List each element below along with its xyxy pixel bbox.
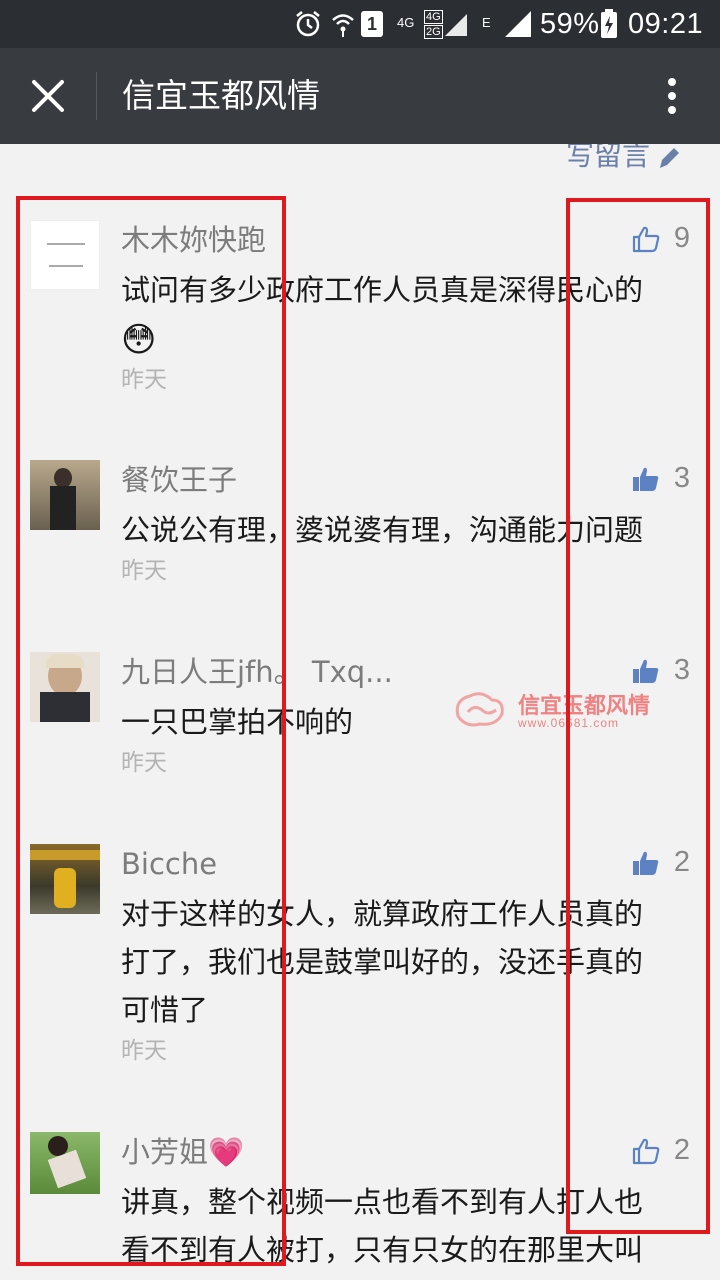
more-vertical-icon (668, 78, 676, 114)
wifi-icon (330, 6, 356, 42)
battery-charging-icon (600, 6, 618, 42)
alarm-icon (295, 6, 321, 42)
annotation-box-right (566, 198, 710, 1234)
more-button[interactable] (650, 70, 694, 122)
battery-percentage: 59% (540, 7, 600, 40)
network-e-label: E (482, 14, 491, 30)
clock: 09:21 (628, 7, 704, 40)
sim-badge: 1 (361, 6, 383, 42)
network-4g-label: 4G (397, 14, 415, 30)
annotation-box-left (16, 196, 286, 1266)
page-title: 信宜玉都风情 (122, 76, 320, 115)
title-divider (96, 72, 97, 120)
status-bar: 1 4G 4G 2G E 59% 09:21 (0, 0, 720, 48)
signal-4g-2g-icon: 4G 2G (424, 6, 467, 42)
close-icon (32, 80, 64, 112)
write-comment-link[interactable]: 写留言 (566, 144, 680, 170)
close-button[interactable] (22, 70, 74, 122)
pencil-icon (660, 148, 680, 168)
title-bar: 信宜玉都风情 (0, 48, 720, 144)
signal-icon (505, 6, 531, 42)
write-comment-label: 写留言 (566, 144, 651, 170)
